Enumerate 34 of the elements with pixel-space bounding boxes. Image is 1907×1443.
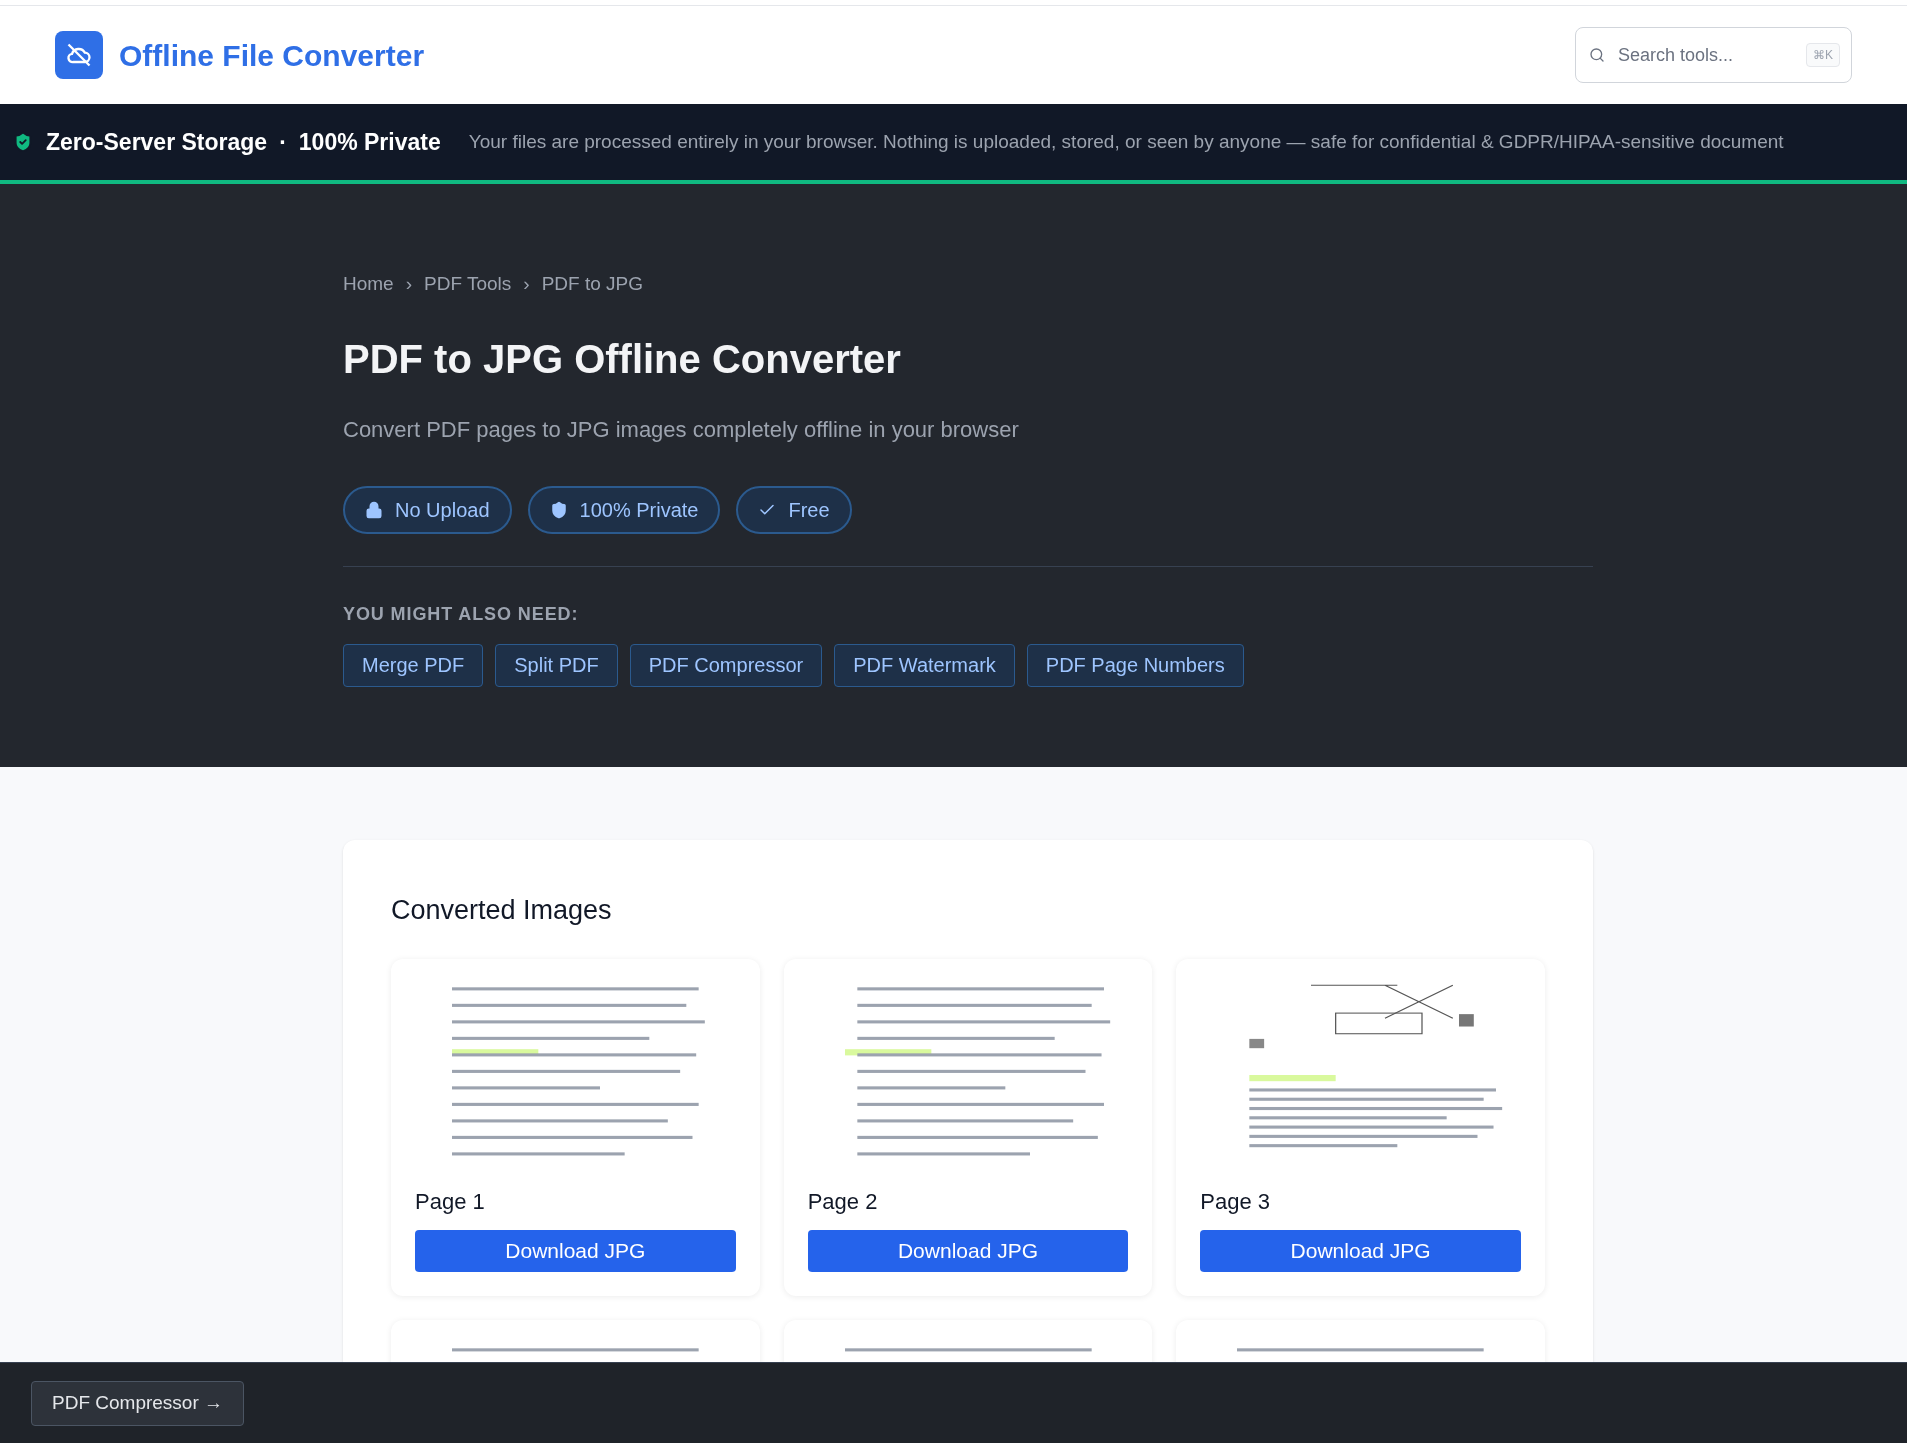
page-label: Page 2 (807, 1187, 879, 1216)
related-tool-button[interactable]: PDF Page Numbers (1026, 643, 1244, 687)
lock-icon (365, 500, 383, 519)
page-subtitle: Convert PDF pages to JPG images completely offline in your browser (343, 415, 1020, 444)
banner-highlight: 100% Private (298, 127, 441, 157)
related-tool-button[interactable]: Merge PDF (343, 643, 484, 687)
download-button[interactable]: Download JPG (415, 1229, 736, 1272)
logo-icon (55, 31, 103, 79)
feature-badge: 100% Private (527, 485, 721, 534)
breadcrumb-link[interactable]: Home (343, 270, 394, 299)
breadcrumb-link[interactable]: PDF Tools (424, 270, 512, 299)
shield-icon (549, 500, 568, 519)
breadcrumb-link[interactable]: PDF to JPG (541, 270, 643, 299)
feature-badge: Free (736, 485, 852, 534)
section-title: Converted Images (391, 894, 613, 927)
page-title: PDF to JPG Offline Converter (343, 335, 902, 383)
banner-title: Zero-Server Storage (46, 127, 268, 157)
breadcrumb-separator: › (523, 272, 530, 296)
related-tool-button[interactable]: Split PDF (495, 643, 618, 687)
search-icon (1589, 47, 1605, 63)
shortcut-hint: ⌘K (1806, 43, 1840, 67)
page-label: Page 3 (1200, 1187, 1272, 1216)
next-tool-button[interactable]: PDF Compressor → (31, 1380, 245, 1426)
app-name: Offline File Converter (119, 37, 425, 74)
related-heading: YOU MIGHT ALSO NEED: (343, 602, 580, 626)
banner-separator: · (279, 127, 287, 157)
page-label: Page 1 (415, 1187, 486, 1216)
feature-badge: No Upload (343, 485, 512, 534)
download-button[interactable]: Download JPG (1200, 1229, 1521, 1272)
related-tool-button[interactable]: PDF Compressor (629, 643, 823, 687)
related-tool-button[interactable]: PDF Watermark (834, 643, 1015, 687)
breadcrumb-separator: › (405, 272, 412, 296)
banner-message: Your files are processed entirely in your browser. Nothing is uploaded, stored, or seen by anyone — safe for confidential & GDPR/HIPAA-sensitive document (468, 129, 1784, 154)
download-button[interactable]: Download JPG (807, 1229, 1129, 1272)
